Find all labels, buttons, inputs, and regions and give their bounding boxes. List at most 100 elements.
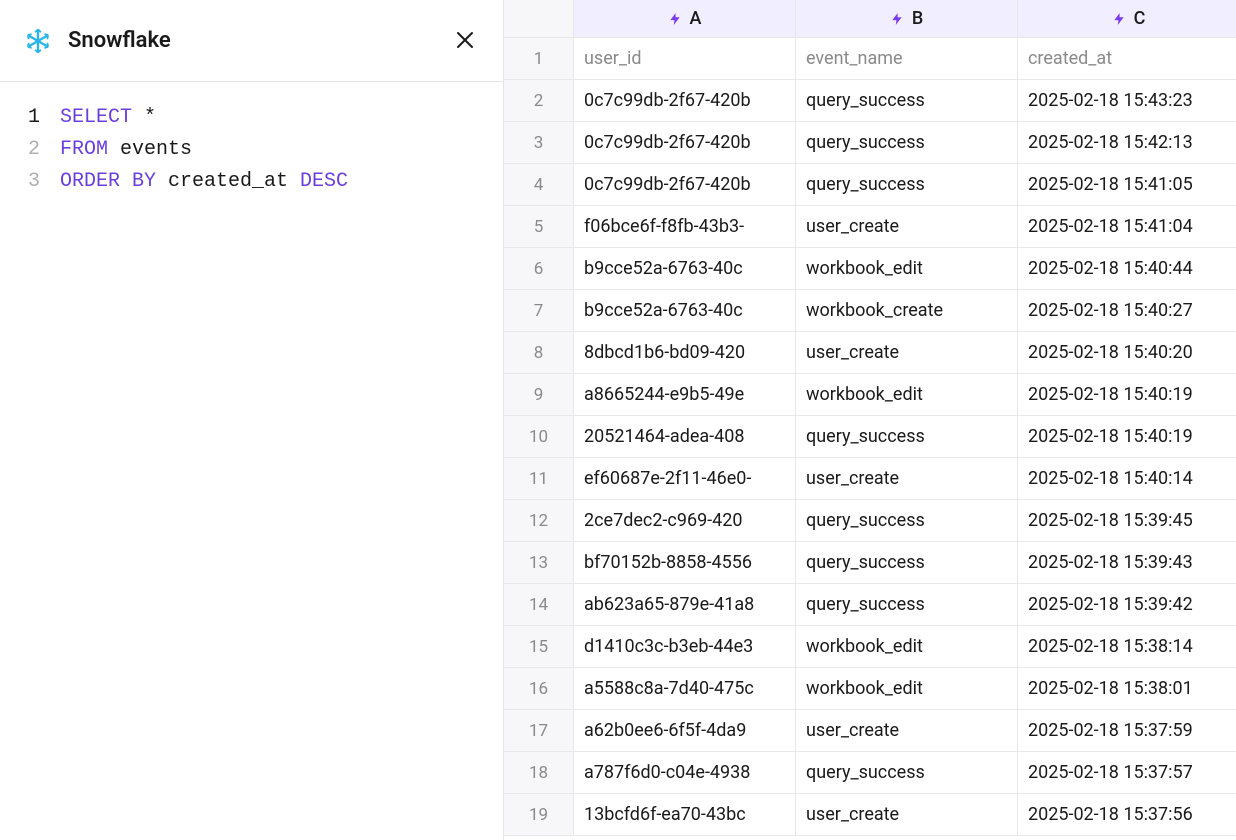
- data-cell[interactable]: query_success: [796, 122, 1018, 164]
- data-cell[interactable]: user_create: [796, 458, 1018, 500]
- row-number[interactable]: 8: [504, 332, 574, 374]
- code-line: 1SELECT *: [0, 102, 503, 134]
- data-cell[interactable]: user_create: [796, 206, 1018, 248]
- data-cell[interactable]: workbook_edit: [796, 374, 1018, 416]
- data-cell[interactable]: query_success: [796, 164, 1018, 206]
- data-cell[interactable]: query_success: [796, 416, 1018, 458]
- row-number[interactable]: 1: [504, 38, 574, 80]
- data-cell[interactable]: 2025-02-18 15:41:05: [1018, 164, 1236, 206]
- data-cell[interactable]: 2025-02-18 15:37:57: [1018, 752, 1236, 794]
- data-cell[interactable]: 2025-02-18 15:39:43: [1018, 542, 1236, 584]
- data-cell[interactable]: 13bcfd6f-ea70-43bc: [574, 794, 796, 836]
- data-cell[interactable]: d1410c3c-b3eb-44e3: [574, 626, 796, 668]
- row-number[interactable]: 4: [504, 164, 574, 206]
- data-cell[interactable]: a8665244-e9b5-49e: [574, 374, 796, 416]
- data-cell[interactable]: query_success: [796, 752, 1018, 794]
- data-cell[interactable]: workbook_create: [796, 290, 1018, 332]
- row-number[interactable]: 14: [504, 584, 574, 626]
- data-cell[interactable]: ef60687e-2f11-46e0-: [574, 458, 796, 500]
- column-letter: C: [1134, 8, 1146, 29]
- line-number: 3: [0, 166, 60, 198]
- data-cell[interactable]: workbook_edit: [796, 668, 1018, 710]
- data-cell[interactable]: 2025-02-18 15:39:45: [1018, 500, 1236, 542]
- data-cell[interactable]: 2025-02-18 15:42:13: [1018, 122, 1236, 164]
- row-number[interactable]: 2: [504, 80, 574, 122]
- panel-header: Snowflake: [0, 0, 503, 82]
- bolt-icon: [1112, 11, 1126, 27]
- column-header[interactable]: C: [1018, 0, 1236, 38]
- code-line: 3ORDER BY created_at DESC: [0, 166, 503, 198]
- data-cell[interactable]: b9cce52a-6763-40c: [574, 290, 796, 332]
- data-cell[interactable]: query_success: [796, 584, 1018, 626]
- line-number: 1: [0, 102, 60, 134]
- data-cell[interactable]: 20521464-adea-408: [574, 416, 796, 458]
- data-cell[interactable]: 2025-02-18 15:40:14: [1018, 458, 1236, 500]
- close-button[interactable]: [451, 24, 479, 58]
- row-number[interactable]: 17: [504, 710, 574, 752]
- data-cell[interactable]: 0c7c99db-2f67-420b: [574, 164, 796, 206]
- data-cell[interactable]: a5588c8a-7d40-475c: [574, 668, 796, 710]
- data-cell[interactable]: 2025-02-18 15:40:19: [1018, 416, 1236, 458]
- row-number[interactable]: 16: [504, 668, 574, 710]
- line-number: 2: [0, 134, 60, 166]
- row-number[interactable]: 10: [504, 416, 574, 458]
- field-header-cell[interactable]: created_at: [1018, 38, 1236, 80]
- row-number[interactable]: 7: [504, 290, 574, 332]
- data-cell[interactable]: 2025-02-18 15:40:44: [1018, 248, 1236, 290]
- data-cell[interactable]: 2ce7dec2-c969-420: [574, 500, 796, 542]
- data-cell[interactable]: 2025-02-18 15:40:20: [1018, 332, 1236, 374]
- field-header-cell[interactable]: user_id: [574, 38, 796, 80]
- data-cell[interactable]: 2025-02-18 15:40:19: [1018, 374, 1236, 416]
- data-cell[interactable]: ab623a65-879e-41a8: [574, 584, 796, 626]
- header-left: Snowflake: [24, 27, 171, 55]
- panel-title: Snowflake: [68, 28, 171, 53]
- data-cell[interactable]: query_success: [796, 500, 1018, 542]
- row-number[interactable]: 18: [504, 752, 574, 794]
- data-cell[interactable]: b9cce52a-6763-40c: [574, 248, 796, 290]
- data-cell[interactable]: 0c7c99db-2f67-420b: [574, 122, 796, 164]
- row-number[interactable]: 6: [504, 248, 574, 290]
- data-cell[interactable]: 2025-02-18 15:38:14: [1018, 626, 1236, 668]
- data-cell[interactable]: 2025-02-18 15:40:27: [1018, 290, 1236, 332]
- row-number[interactable]: 9: [504, 374, 574, 416]
- line-code: FROM events: [60, 134, 192, 166]
- data-cell[interactable]: query_success: [796, 542, 1018, 584]
- data-cell[interactable]: user_create: [796, 794, 1018, 836]
- sql-editor[interactable]: 1SELECT *2FROM events3ORDER BY created_a…: [0, 82, 503, 198]
- column-letter: B: [912, 8, 923, 29]
- data-cell[interactable]: 8dbcd1b6-bd09-420: [574, 332, 796, 374]
- data-cell[interactable]: 2025-02-18 15:43:23: [1018, 80, 1236, 122]
- snowflake-icon: [24, 27, 52, 55]
- data-cell[interactable]: 2025-02-18 15:39:42: [1018, 584, 1236, 626]
- line-code: SELECT *: [60, 102, 156, 134]
- data-cell[interactable]: user_create: [796, 332, 1018, 374]
- results-grid[interactable]: A B C 1user_idevent_namecreated_at 20c7c99db…: [504, 0, 1236, 836]
- column-header[interactable]: A: [574, 0, 796, 38]
- code-line: 2FROM events: [0, 134, 503, 166]
- data-cell[interactable]: workbook_edit: [796, 626, 1018, 668]
- row-number[interactable]: 12: [504, 500, 574, 542]
- row-number[interactable]: 3: [504, 122, 574, 164]
- row-number[interactable]: 15: [504, 626, 574, 668]
- data-cell[interactable]: user_create: [796, 710, 1018, 752]
- data-cell[interactable]: query_success: [796, 80, 1018, 122]
- row-number[interactable]: 5: [504, 206, 574, 248]
- data-cell[interactable]: 2025-02-18 15:37:56: [1018, 794, 1236, 836]
- data-cell[interactable]: 2025-02-18 15:38:01: [1018, 668, 1236, 710]
- close-icon: [455, 26, 475, 56]
- data-cell[interactable]: a62b0ee6-6f5f-4da9: [574, 710, 796, 752]
- bolt-icon: [890, 11, 904, 27]
- column-header[interactable]: B: [796, 0, 1018, 38]
- data-cell[interactable]: 0c7c99db-2f67-420b: [574, 80, 796, 122]
- data-cell[interactable]: 2025-02-18 15:37:59: [1018, 710, 1236, 752]
- row-number[interactable]: 11: [504, 458, 574, 500]
- field-header-cell[interactable]: event_name: [796, 38, 1018, 80]
- data-cell[interactable]: bf70152b-8858-4556: [574, 542, 796, 584]
- data-cell[interactable]: workbook_edit: [796, 248, 1018, 290]
- row-number[interactable]: 19: [504, 794, 574, 836]
- data-cell[interactable]: a787f6d0-c04e-4938: [574, 752, 796, 794]
- row-number[interactable]: 13: [504, 542, 574, 584]
- data-cell[interactable]: f06bce6f-f8fb-43b3-: [574, 206, 796, 248]
- data-cell[interactable]: 2025-02-18 15:41:04: [1018, 206, 1236, 248]
- grid-corner: [504, 0, 574, 38]
